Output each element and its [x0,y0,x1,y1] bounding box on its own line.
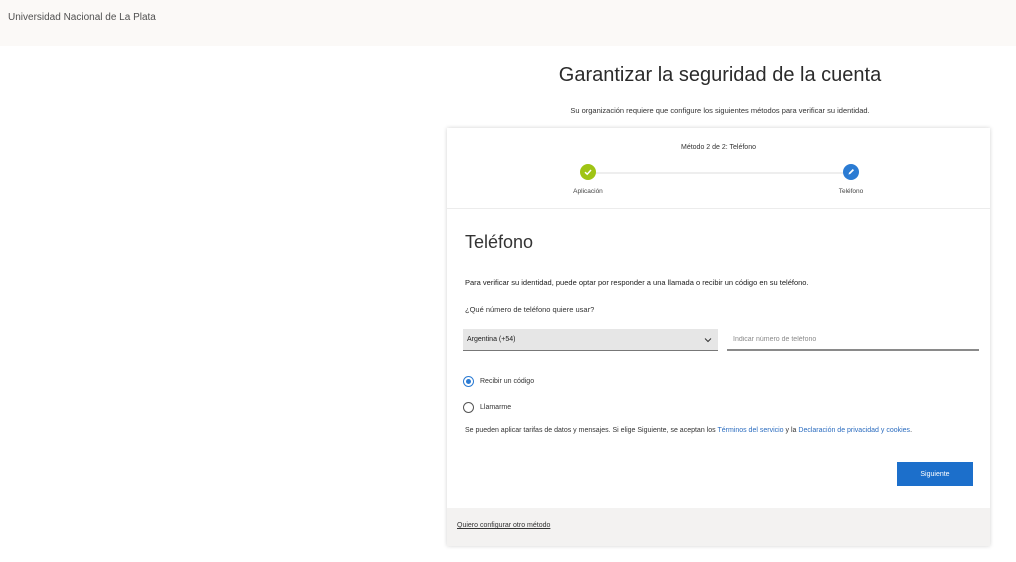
privacy-statement-link[interactable]: Declaración de privacidad y cookies [798,427,910,434]
page-subtitle: Su organización requiere que configure l… [570,106,870,115]
step-progress: Método 2 de 2: Teléfono Aplicación Teléf… [447,128,990,209]
phone-description: Para verificar su identidad, puede optar… [465,278,809,287]
top-bar: Universidad Nacional de La Plata [0,0,1016,46]
chevron-down-icon [704,338,712,343]
terms-of-service-link[interactable]: Términos del servicio [717,427,783,434]
setup-card: Método 2 de 2: Teléfono Aplicación Teléf… [447,128,990,546]
card-footer: Quiero configurar otro método [447,508,990,546]
phone-question: ¿Qué número de teléfono quiere usar? [465,305,595,314]
radio-label-call: Llamarme [480,403,512,411]
radio-label-code: Recibir un código [480,377,535,385]
country-code-value: Argentina (+54) [467,336,516,343]
country-code-select[interactable]: Argentina (+54) [463,329,718,351]
disclaimer-connector: y la [785,427,797,434]
radio-option-code[interactable]: Recibir un código [463,374,534,388]
next-button[interactable]: Siguiente [897,462,973,486]
rates-disclaimer: Se pueden aplicar tarifas de datos y men… [465,425,970,436]
radio-button-unchecked[interactable] [463,401,474,413]
step-current-pencil-icon [843,164,859,180]
other-method-link[interactable]: Quiero configurar otro método [457,522,550,529]
organization-name: Universidad Nacional de La Plata [8,12,156,23]
radio-option-call[interactable]: Llamarme [463,400,511,414]
page-title: Garantizar la seguridad de la cuenta [558,64,882,86]
step-connector [588,172,850,174]
phone-number-input[interactable] [727,329,979,351]
disclaimer-period: . [910,427,913,434]
disclaimer-text: Se pueden aplicar tarifas de datos y men… [465,427,716,434]
step-label-app: Aplicación [573,188,603,195]
step-label-phone: Teléfono [838,188,864,195]
step-title: Método 2 de 2: Teléfono [681,144,756,151]
step-done-check-icon [580,164,596,180]
section-title: Teléfono [465,232,534,252]
radio-button-checked[interactable] [463,375,474,387]
